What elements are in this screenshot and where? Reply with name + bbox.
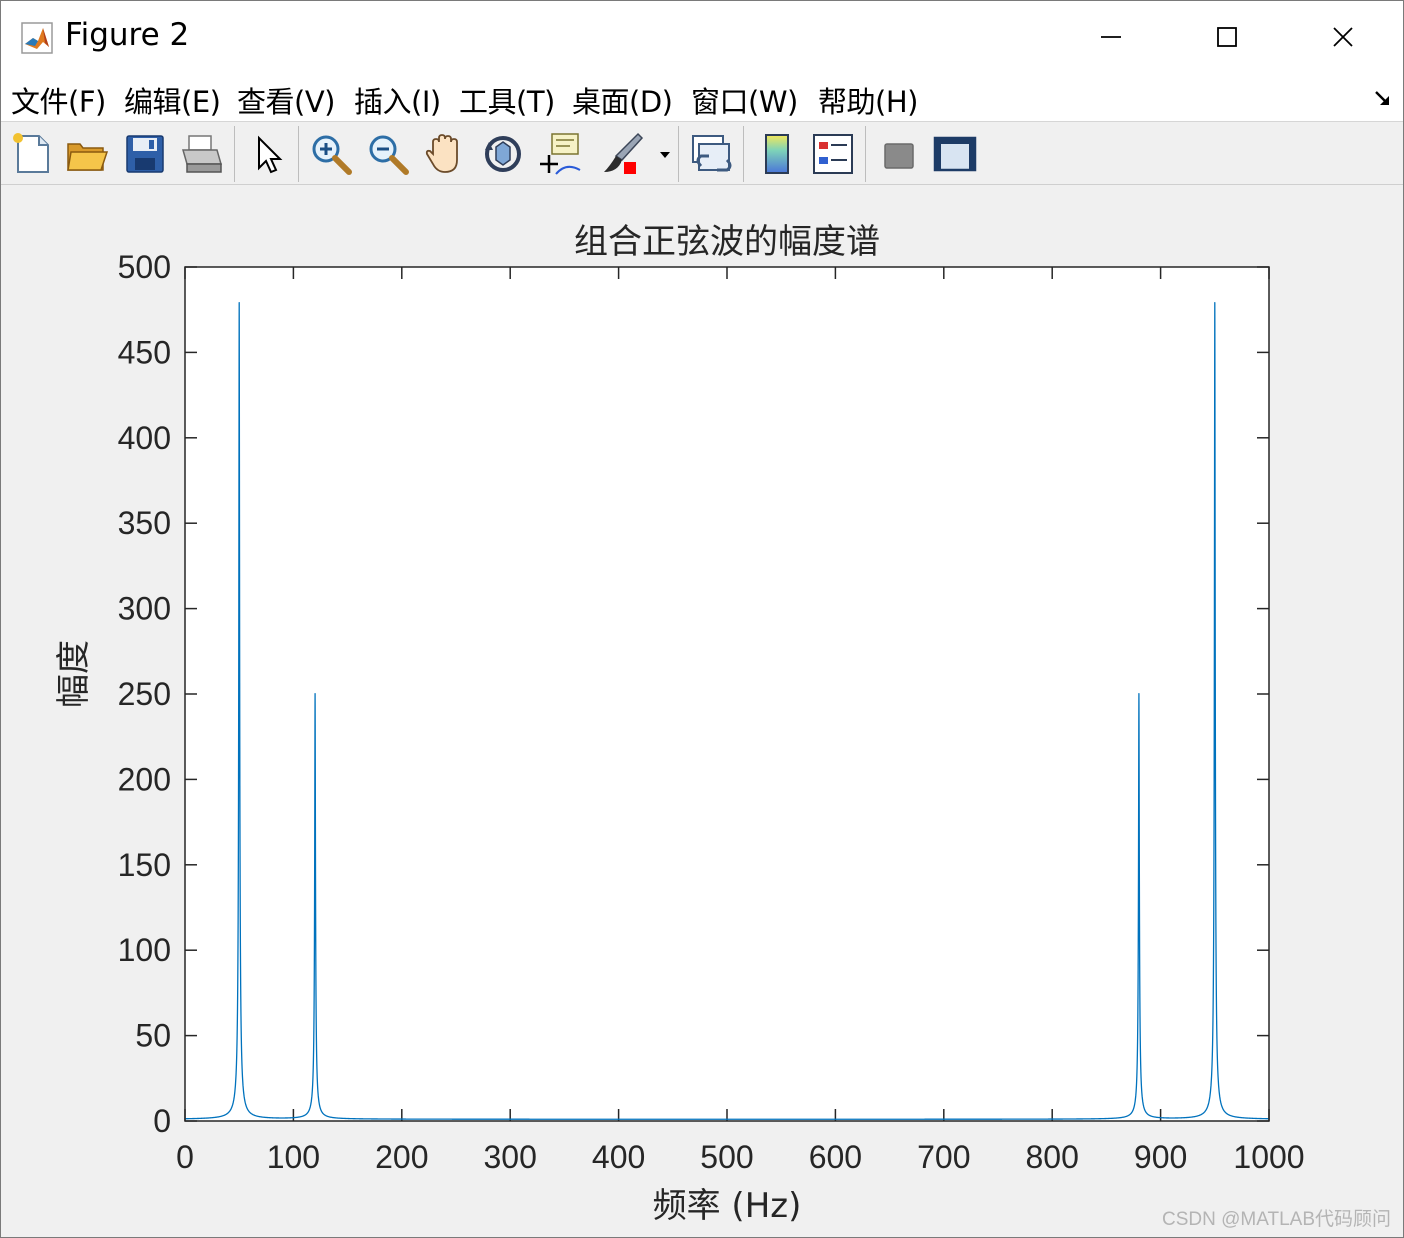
rotate-3d-button[interactable] xyxy=(479,130,527,178)
menu-bar: 文件(F) 编辑(E) 查看(V) 插入(I) 工具(T) 桌面(D) 窗口(W… xyxy=(1,73,1403,122)
y-tick-label: 450 xyxy=(118,334,171,370)
x-tick-label: 800 xyxy=(1026,1139,1079,1175)
axes-background xyxy=(185,267,1269,1121)
y-axis-label: 幅度 xyxy=(54,640,94,708)
edit-plot-button[interactable] xyxy=(245,130,293,178)
figure-canvas: 0 100 200 300 400 500 600 700 800 900 1000 0 50 100 15… xyxy=(1,185,1403,1237)
dock-figure-icon[interactable] xyxy=(1373,89,1393,109)
new-figure-icon xyxy=(13,133,49,173)
spectrum-chart[interactable]: 0 100 200 300 400 500 600 700 800 900 1000 0 50 100 15… xyxy=(1,185,1403,1237)
x-tick-label: 1000 xyxy=(1233,1139,1304,1175)
minimize-button[interactable] xyxy=(1053,1,1169,73)
zoom-out-button[interactable] xyxy=(364,130,412,178)
menu-edit[interactable]: 编辑(E) xyxy=(124,79,221,121)
pan-button[interactable] xyxy=(421,130,469,178)
watermark: CSDN @MATLAB代码顾问 xyxy=(1161,1209,1391,1230)
minimize-icon xyxy=(1101,36,1121,38)
menu-insert[interactable]: 插入(I) xyxy=(354,79,441,121)
colorbar-icon xyxy=(765,134,789,174)
menu-help[interactable]: 帮助(H) xyxy=(818,79,918,121)
y-tick-label: 50 xyxy=(135,1018,171,1054)
legend-icon xyxy=(813,134,853,174)
data-cursor-icon xyxy=(540,133,581,175)
y-tick-label: 500 xyxy=(118,249,171,285)
title-bar: Figure 2 xyxy=(1,1,1403,73)
y-tick-label: 350 xyxy=(118,505,171,541)
hide-plot-tools-icon xyxy=(884,143,914,169)
x-tick-label: 200 xyxy=(375,1139,428,1175)
save-button[interactable] xyxy=(121,130,169,178)
open-file-button[interactable] xyxy=(63,130,111,178)
menu-file[interactable]: 文件(F) xyxy=(11,79,106,121)
y-tick-label: 300 xyxy=(118,591,171,627)
open-file-icon xyxy=(67,143,109,171)
print-icon xyxy=(182,135,222,173)
new-figure-button[interactable] xyxy=(9,130,57,178)
pointer-icon xyxy=(258,135,283,174)
x-tick-label: 500 xyxy=(700,1139,753,1175)
maximize-button[interactable] xyxy=(1169,1,1285,73)
y-tick-label: 200 xyxy=(118,761,171,797)
hide-plot-tools-button[interactable] xyxy=(875,130,923,178)
data-cursor-button[interactable] xyxy=(536,130,584,178)
toolbar-separator xyxy=(298,126,299,182)
zoom-in-button[interactable] xyxy=(307,130,355,178)
x-tick-label: 900 xyxy=(1134,1139,1187,1175)
maximize-icon xyxy=(1217,27,1237,47)
save-icon xyxy=(126,135,164,173)
matlab-logo-icon xyxy=(21,22,53,54)
x-tick-label: 300 xyxy=(484,1139,537,1175)
y-tick-label: 400 xyxy=(118,420,171,456)
rotate-3d-icon xyxy=(485,136,521,172)
menu-desktop[interactable]: 桌面(D) xyxy=(572,79,673,121)
insert-legend-button[interactable] xyxy=(809,130,857,178)
x-tick-label: 0 xyxy=(176,1139,194,1175)
window-title: Figure 2 xyxy=(65,17,190,53)
y-tick-label: 100 xyxy=(118,932,171,968)
menu-window[interactable]: 窗口(W) xyxy=(691,79,798,121)
close-icon xyxy=(1333,27,1353,47)
y-tick-label: 250 xyxy=(118,676,171,712)
show-plot-tools-button[interactable] xyxy=(931,130,979,178)
chart-title: 组合正弦波的幅度谱 xyxy=(574,222,880,262)
x-tick-label: 100 xyxy=(267,1139,320,1175)
zoom-out-icon xyxy=(369,135,409,175)
brush-icon xyxy=(604,132,644,174)
toolbar-separator xyxy=(743,126,744,182)
figure-window: Figure 2 文件(F) 编辑(E) 查看(V) 插入(I) 工具(T) 桌… xyxy=(0,0,1404,1238)
brush-button[interactable] xyxy=(598,130,646,178)
menu-view[interactable]: 查看(V) xyxy=(237,79,335,121)
menu-tools[interactable]: 工具(T) xyxy=(459,79,555,121)
toolbar-separator xyxy=(865,126,866,182)
zoom-in-icon xyxy=(312,135,352,175)
x-tick-label: 600 xyxy=(809,1139,862,1175)
close-button[interactable] xyxy=(1285,1,1401,73)
toolbar-separator xyxy=(234,126,235,182)
pan-hand-icon xyxy=(425,134,458,173)
y-tick-label: 0 xyxy=(153,1103,171,1139)
figure-toolbar xyxy=(1,122,1403,185)
print-button[interactable] xyxy=(177,130,225,178)
x-axis-label: 频率 (Hz) xyxy=(653,1186,802,1226)
show-plot-tools-icon xyxy=(933,136,977,172)
insert-colorbar-button[interactable] xyxy=(753,130,801,178)
y-tick-label: 150 xyxy=(118,847,171,883)
toolbar-separator xyxy=(678,126,679,182)
x-tick-label: 700 xyxy=(917,1139,970,1175)
link-plot-icon xyxy=(692,135,732,172)
brush-dropdown-icon[interactable] xyxy=(659,150,671,160)
link-plot-button[interactable] xyxy=(687,130,735,178)
x-tick-label: 400 xyxy=(592,1139,645,1175)
